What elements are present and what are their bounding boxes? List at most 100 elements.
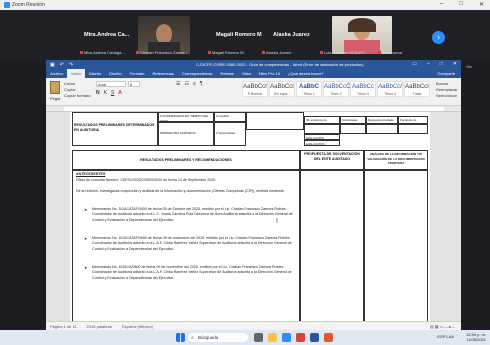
memo-bullet-1: Memorando No. DGACATAF/0400 de fecha 05 …	[84, 207, 296, 223]
paste-label[interactable]: Pegar	[50, 96, 61, 101]
minimize-button[interactable]: –	[427, 61, 430, 67]
chrome-app-icon[interactable]	[324, 333, 333, 342]
show-marks-icon[interactable]: ¶	[200, 81, 203, 87]
antecedentes-heading: ANTECEDENTES	[76, 172, 106, 176]
file-explorer-icon[interactable]	[268, 333, 277, 342]
tab-inicio[interactable]: Inicio	[67, 69, 85, 78]
document-page[interactable]: RESULTADOS PRELIMINARES DETERMINADOS EN …	[70, 112, 430, 321]
style-sample: AaBbCcI	[243, 84, 267, 90]
word-title-bar: ▣ ↶ ↷ C-DICFE-CGRE-0380-2020 - Guía de c…	[46, 60, 461, 69]
windows-start-icon[interactable]	[176, 333, 185, 342]
replace-button[interactable]: Reemplazar	[436, 87, 458, 92]
save-icon[interactable]: ▣	[50, 62, 55, 68]
zoom-app-icon[interactable]	[282, 333, 291, 342]
style-name: ¶ Normal	[247, 92, 263, 96]
language-indicator[interactable]: ESP LAA	[437, 334, 454, 339]
participant-video[interactable]	[332, 16, 392, 54]
paste-icon[interactable]	[50, 81, 60, 94]
tab-formato[interactable]: Formato	[126, 69, 149, 78]
font-size-select[interactable]: 8	[128, 81, 140, 87]
maximize-button[interactable]: □	[440, 61, 443, 67]
tab-nitro[interactable]: Nitro Pro 10	[255, 69, 284, 78]
format-painter-button[interactable]: Copiar formato	[64, 93, 90, 98]
taskbar-search-box[interactable]: ⌕ Búsqueda	[188, 333, 248, 342]
pdf-app-icon[interactable]	[296, 333, 305, 342]
document-canvas[interactable]: RESULTADOS PRELIMINARES DETERMINADOS EN …	[46, 112, 461, 321]
style-no-spacing[interactable]: AaBbCcI Sin espa...	[269, 81, 295, 97]
tab-vista[interactable]: Vista	[238, 69, 255, 78]
participant-video[interactable]	[138, 16, 190, 54]
font-name-select[interactable]: Arial	[96, 81, 126, 87]
numbering-icon[interactable]: ☷	[184, 81, 188, 87]
bullets-icon[interactable]: ☰	[176, 81, 180, 87]
participant-label: Luis Sanchez SCEAYC	[320, 50, 365, 55]
style-name: Título 1	[303, 92, 315, 96]
style-sample: AaBbCc	[351, 84, 374, 90]
zoom-title-bar: Zoom Reunión – □ ✕	[0, 0, 490, 10]
redo-icon[interactable]: ↷	[69, 62, 73, 68]
undo-icon[interactable]: ↶	[60, 62, 64, 68]
considered-cell: CONSIDERADOS EN TIEMPO DEL ENTE	[158, 112, 214, 122]
style-heading-1[interactable]: AaBbC Título 1	[296, 81, 322, 97]
empty-cell	[304, 124, 340, 134]
word-window-controls: ▭ – □ ✕	[412, 61, 457, 67]
tab-correspondencia[interactable]: Correspondencia	[178, 69, 216, 78]
solved-count-cell: 2 Solventadas	[214, 122, 246, 146]
person-hair-icon	[348, 18, 376, 32]
close-button[interactable]: ✕	[479, 1, 484, 8]
tab-referencias[interactable]: Referencias	[149, 69, 178, 78]
italic-button[interactable]: K	[104, 90, 107, 96]
font-format-buttons: N K S A	[96, 90, 122, 96]
page-count[interactable]: Página 1 de 11	[50, 324, 77, 329]
zoom-participant-strip: Mtra.Andrea Ca... Mtra.Andrea Cartaga...…	[0, 10, 490, 60]
system-tray[interactable]: 12:59 p. m. 11/05/2021	[466, 332, 486, 342]
align-left-icon[interactable]: ≡	[193, 81, 196, 87]
minimize-button[interactable]: –	[440, 1, 443, 8]
copy-button[interactable]: Copiar	[64, 87, 76, 92]
tab-diseno[interactable]: Diseño	[85, 69, 105, 78]
quick-access-toolbar: ▣ ↶ ↷	[50, 62, 73, 68]
share-button[interactable]: Compartir	[437, 69, 461, 78]
maximize-button[interactable]: □	[459, 1, 463, 8]
cut-button[interactable]: Cortar	[64, 81, 75, 86]
clock-date: 11/05/2021	[466, 337, 486, 342]
task-view-icon[interactable]	[254, 333, 263, 342]
tell-me-search[interactable]: ¿Qué desea hacer?	[284, 69, 327, 78]
participant-name: Alaska Juarez	[273, 32, 310, 38]
style-heading-4[interactable]: AaBbCcI Título 4	[377, 81, 403, 97]
analysis-body-cell	[364, 170, 428, 321]
tab-revisar[interactable]: Revisar	[216, 69, 238, 78]
style-sample: AaBbCcC	[324, 84, 351, 90]
select-button[interactable]: Seleccionar	[436, 93, 457, 98]
ribbon-options-icon[interactable]: ▭	[412, 61, 417, 67]
tab-archivo[interactable]: Archivo	[46, 69, 67, 78]
tab-diseno-2[interactable]: Diseño	[105, 69, 125, 78]
find-button[interactable]: Buscar	[436, 81, 448, 86]
underline-button[interactable]: S	[111, 90, 114, 96]
style-heading-3[interactable]: AaBbCc Título 3	[350, 81, 376, 97]
status-bar: Página 1 de 11 2016 palabras Español (Mé…	[46, 321, 461, 330]
proposal-body-cell	[300, 170, 364, 321]
style-sample: AaBbCcI	[378, 84, 402, 90]
bold-button[interactable]: N	[96, 90, 100, 96]
participant-label: Cristian Francisco Zamor...	[136, 50, 188, 55]
style-heading-2[interactable]: AaBbCcC Título 2	[323, 81, 351, 97]
text-color-icon[interactable]: A	[118, 90, 121, 96]
language-indicator[interactable]: Español (México)	[122, 324, 153, 329]
word-app-icon[interactable]	[310, 333, 319, 342]
results-header: RESULTADOS PRELIMINARES Y RECOMENDACIONE…	[72, 150, 300, 170]
word-count[interactable]: 2016 palabras	[87, 324, 112, 329]
close-button[interactable]: ✕	[453, 61, 457, 67]
style-title[interactable]: AaBbCcI Título	[404, 81, 430, 97]
style-normal[interactable]: AaBbCcI ¶ Normal	[242, 81, 268, 97]
next-page-button[interactable]: ›	[432, 31, 445, 44]
ruler-track	[64, 107, 444, 111]
zoom-window-title: Zoom Reunión	[12, 2, 45, 8]
pending-cell: PENDIENTES SARÍADOS	[158, 122, 214, 146]
view-toggle[interactable]: Ver	[466, 64, 472, 69]
col-solved: Solventadas	[340, 116, 366, 124]
style-sample: AaBbCcI	[405, 84, 429, 90]
word-window: ▣ ↶ ↷ C-DICFE-CGRE-0380-2020 - Guía de c…	[46, 60, 461, 330]
participant-name: Magali Romero M	[216, 32, 262, 38]
view-buttons[interactable]: ▤ ▦ ▭ —●—	[430, 324, 455, 329]
